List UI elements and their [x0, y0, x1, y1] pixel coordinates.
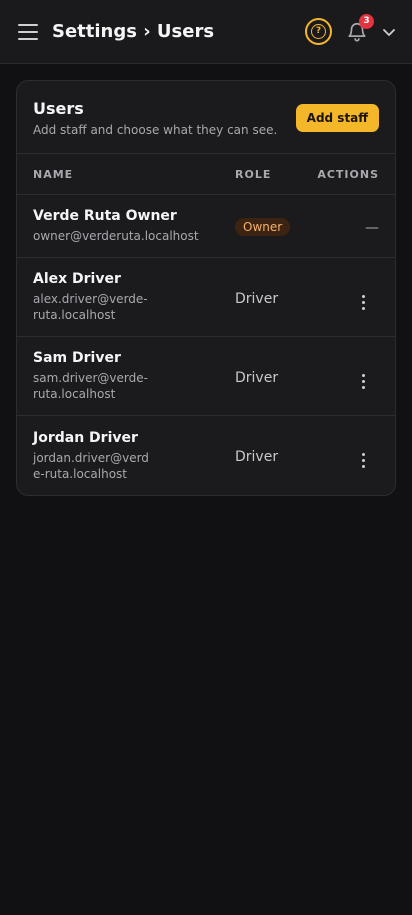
column-header-role: ROLE: [235, 167, 272, 181]
card-header: Users Add staff and choose what they can…: [17, 81, 395, 154]
notifications-button[interactable]: 3: [346, 13, 374, 43]
notification-count-badge: 3: [359, 13, 374, 29]
user-email: owner@verderuta.localhost: [33, 229, 199, 243]
top-bar: Settings › Users ? 3: [0, 0, 412, 64]
menu-icon[interactable]: [18, 23, 38, 40]
table-header: NAME ROLE ACTIONS: [17, 154, 395, 195]
column-header-name: NAME: [33, 167, 74, 181]
table-row: Jordan Driver jordan.driver@verde-ruta.l…: [17, 416, 395, 495]
user-email: alex.driver@verde-ruta.localhost: [33, 292, 148, 322]
topbar-actions: ? 3: [305, 13, 396, 45]
table-row: Alex Driver alex.driver@verde-ruta.local…: [17, 258, 395, 337]
more-actions-icon[interactable]: [356, 372, 371, 391]
user-email: sam.driver@verde-ruta.localhost: [33, 371, 148, 401]
users-card: Users Add staff and choose what they can…: [16, 80, 396, 496]
card-title: Users: [33, 99, 84, 118]
role-badge: Owner: [235, 218, 291, 236]
role-text: Driver: [235, 369, 279, 386]
chevron-down-icon[interactable]: [382, 25, 396, 39]
role-text: Driver: [235, 449, 279, 465]
user-name: Verde Ruta Owner: [33, 208, 177, 224]
user-name: Alex Driver: [33, 271, 121, 287]
user-email: jordan.driver@verde-ruta.localhost: [33, 450, 149, 481]
more-actions-icon[interactable]: [356, 293, 371, 312]
card-subtitle: Add staff and choose what they can see.: [33, 123, 278, 137]
user-name: Jordan Driver: [33, 429, 138, 446]
table-row: Verde Ruta Owner owner@verderuta.localho…: [17, 195, 395, 258]
add-staff-button[interactable]: Add staff: [295, 104, 379, 132]
help-button[interactable]: ?: [305, 18, 332, 45]
user-name: Sam Driver: [33, 350, 121, 366]
more-actions-icon[interactable]: [356, 451, 371, 470]
column-header-actions: ACTIONS: [317, 167, 379, 181]
no-actions-dash: —: [365, 219, 379, 236]
table-row: Sam Driver sam.driver@verde-ruta.localho…: [17, 337, 395, 416]
question-icon: ?: [311, 24, 326, 39]
role-text: Driver: [235, 290, 279, 307]
page-title: Settings › Users: [52, 21, 215, 42]
